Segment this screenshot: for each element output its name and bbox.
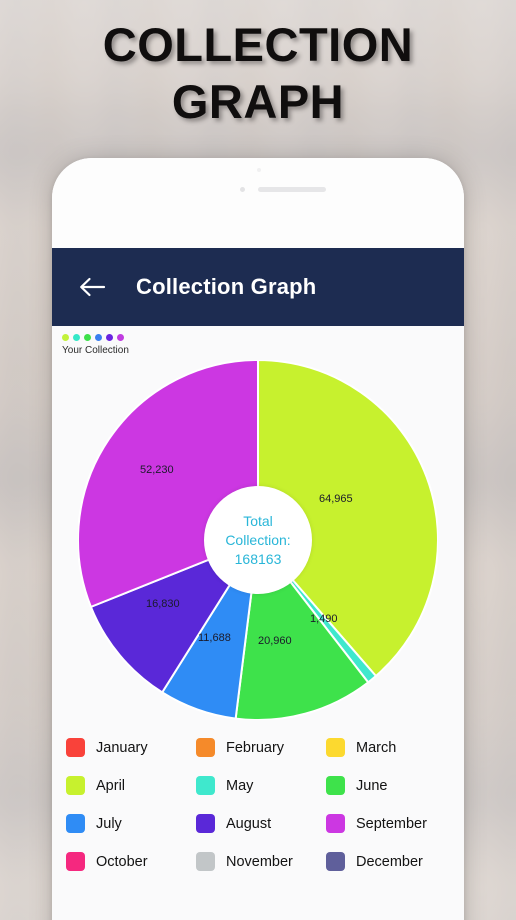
donut-center-line-3: 168163 xyxy=(234,550,282,567)
app-bar: Collection Graph xyxy=(52,248,464,326)
series-dot-4 xyxy=(106,334,113,341)
legend-swatch-november xyxy=(196,852,215,871)
legend-label-april: April xyxy=(96,777,126,794)
legend-label-june: June xyxy=(356,777,388,794)
series-label: Your Collection xyxy=(62,345,129,356)
legend-swatch-march xyxy=(326,738,345,757)
legend-label-january: January xyxy=(96,739,148,756)
legend-label-september: September xyxy=(356,815,427,832)
legend-swatch-october xyxy=(66,852,85,871)
legend-swatch-may xyxy=(196,776,215,795)
donut-center-line-2: Collection: xyxy=(225,531,291,548)
legend-item-february[interactable]: February xyxy=(196,738,326,757)
legend-item-march[interactable]: March xyxy=(326,738,456,757)
series-dot-1 xyxy=(73,334,80,341)
series-dot-2 xyxy=(84,334,91,341)
legend-swatch-december xyxy=(326,852,345,871)
legend-item-june[interactable]: June xyxy=(326,776,456,795)
phone-bezel-top xyxy=(52,158,464,248)
proximity-sensor-icon xyxy=(257,168,261,172)
legend-label-october: October xyxy=(96,853,148,870)
series-dot-3 xyxy=(95,334,102,341)
front-camera-icon xyxy=(240,187,245,192)
legend-item-december[interactable]: December xyxy=(326,852,456,871)
series-dot-0 xyxy=(62,334,69,341)
poster-title-line-1: COLLECTION xyxy=(102,18,414,71)
legend-item-october[interactable]: October xyxy=(66,852,196,871)
earpiece-speaker xyxy=(258,187,326,192)
app-bar-title: Collection Graph xyxy=(136,274,317,299)
legend-swatch-february xyxy=(196,738,215,757)
donut-center-line-1: Total xyxy=(243,512,273,529)
back-arrow-icon[interactable] xyxy=(78,276,106,298)
legend-item-september[interactable]: September xyxy=(326,814,456,833)
series-dots xyxy=(52,326,464,341)
legend-item-april[interactable]: April xyxy=(66,776,196,795)
legend-swatch-july xyxy=(66,814,85,833)
poster-title: COLLECTION GRAPH xyxy=(0,16,516,130)
legend-item-january[interactable]: January xyxy=(66,738,196,757)
series-dot-5 xyxy=(117,334,124,341)
legend-swatch-september xyxy=(326,814,345,833)
pie-chart[interactable]: Total Collection: 168163 64,965 1,490 20,9… xyxy=(78,360,438,720)
phone-mockup: Collection Graph Your Collection Total C… xyxy=(52,158,464,920)
legend-label-march: March xyxy=(356,739,397,756)
chart-legend: January February March April May June July Augu… xyxy=(52,720,464,871)
app-screen: Collection Graph Your Collection Total C… xyxy=(52,248,464,920)
poster-title-line-2: GRAPH xyxy=(171,75,345,128)
legend-item-november[interactable]: November xyxy=(196,852,326,871)
legend-label-august: August xyxy=(226,815,272,832)
legend-item-august[interactable]: August xyxy=(196,814,326,833)
donut-center-label: Total Collection: 168163 xyxy=(204,486,312,594)
legend-label-may: May xyxy=(226,777,254,794)
legend-swatch-august xyxy=(196,814,215,833)
legend-label-february: February xyxy=(226,739,285,756)
legend-swatch-april xyxy=(66,776,85,795)
legend-swatch-june xyxy=(326,776,345,795)
legend-item-may[interactable]: May xyxy=(196,776,326,795)
legend-swatch-january xyxy=(66,738,85,757)
legend-label-december: December xyxy=(356,853,423,870)
legend-label-november: November xyxy=(226,853,293,870)
legend-label-july: July xyxy=(96,815,122,832)
legend-item-july[interactable]: July xyxy=(66,814,196,833)
poster-stage: COLLECTION GRAPH Collection Graph Your C… xyxy=(0,0,516,920)
